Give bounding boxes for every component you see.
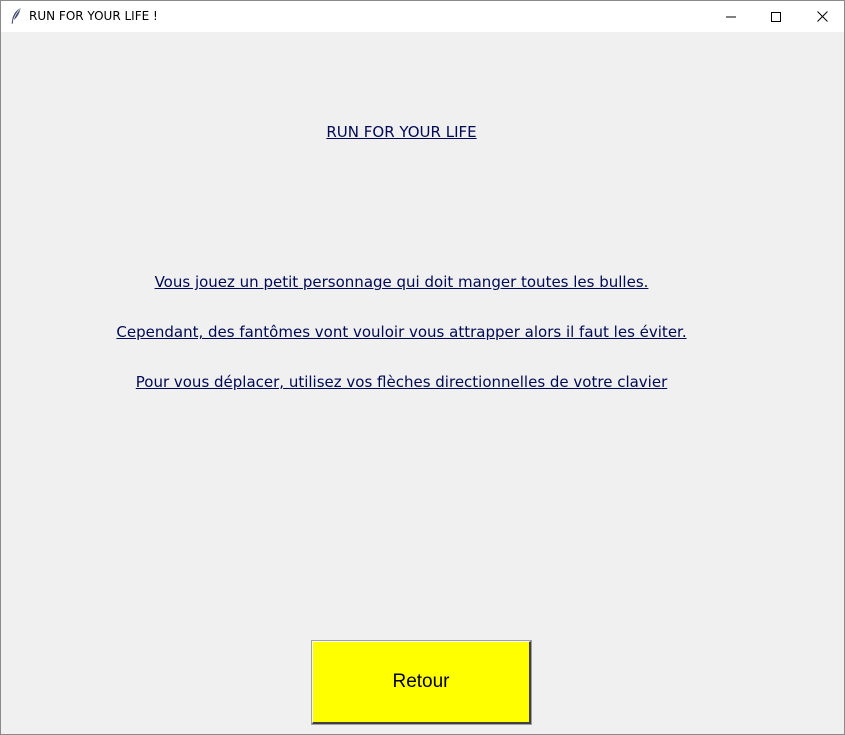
minimize-icon	[726, 12, 736, 22]
game-title: RUN FOR YOUR LIFE	[326, 123, 477, 141]
close-button[interactable]	[799, 1, 845, 32]
close-icon	[816, 11, 828, 22]
maximize-icon	[771, 11, 781, 22]
app-window: RUN FOR YOUR LIFE ! RUN FOR YOUR LIFE Vo…	[0, 0, 845, 735]
instructions-line-3: Pour vous déplacer, utilisez vos flèches…	[135, 373, 668, 391]
instructions-line-1: Vous jouez un petit personnage qui doit …	[154, 273, 649, 291]
window-title: RUN FOR YOUR LIFE !	[29, 9, 158, 23]
title-bar[interactable]: RUN FOR YOUR LIFE !	[1, 1, 844, 32]
minimize-button[interactable]	[708, 1, 754, 32]
main-content: RUN FOR YOUR LIFE Vous jouez un petit pe…	[1, 32, 844, 735]
instructions-line-2: Cependant, des fantômes vont vouloir vou…	[116, 323, 687, 341]
feather-icon	[9, 7, 23, 25]
back-button[interactable]: Retour	[311, 640, 532, 725]
maximize-button[interactable]	[753, 1, 799, 32]
